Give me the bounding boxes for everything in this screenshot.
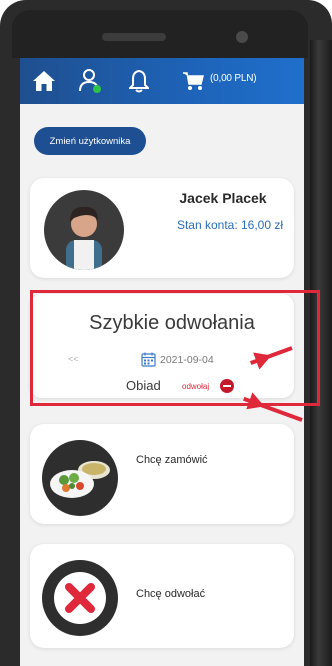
order-label: Chcę zamówić: [136, 454, 208, 466]
highlight-frame: [30, 290, 320, 406]
phone-speaker: [102, 33, 166, 41]
meal-icon: [42, 440, 118, 516]
switch-user-button[interactable]: Zmień użytkownika: [34, 127, 146, 155]
notifications-button[interactable]: [126, 66, 152, 96]
bell-icon: [129, 69, 149, 93]
home-button[interactable]: [30, 66, 58, 96]
order-card[interactable]: Chcę zamówić: [30, 424, 294, 524]
cart-amount[interactable]: (0,00 PLN): [210, 73, 257, 84]
account-balance: Stan konta: 16,00 zł: [176, 218, 284, 232]
cancel-order-label: Chcę odwołać: [136, 588, 206, 600]
user-name: Jacek Placek: [179, 190, 267, 206]
cart-icon: [183, 72, 204, 90]
cancel-order-card[interactable]: Chcę odwołać: [30, 544, 294, 648]
top-navbar: (0,00 PLN): [20, 58, 304, 104]
avatar-illustration: [66, 206, 102, 270]
home-icon: [33, 71, 55, 91]
cart-button[interactable]: [180, 66, 206, 96]
user-icon: [79, 69, 101, 93]
phone-camera: [236, 31, 248, 43]
account-button[interactable]: [76, 66, 104, 96]
cancel-x-icon: [42, 560, 118, 636]
user-card: Jacek Placek Stan konta: 16,00 zł: [30, 178, 294, 278]
avatar: [44, 190, 124, 270]
